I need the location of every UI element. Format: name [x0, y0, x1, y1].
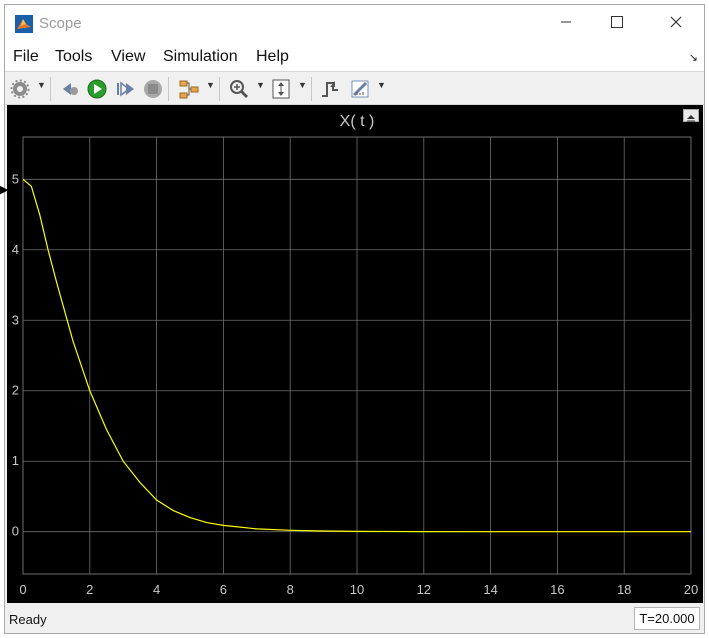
x-tick-label: 10 [350, 582, 364, 597]
axes: 0 2 4 6 8 10 12 14 16 18 20012345 [12, 171, 698, 597]
x-tick-label: 12 [417, 582, 431, 597]
measurements-dropdown-icon[interactable]: ▼ [377, 80, 386, 90]
grid [22, 136, 692, 575]
close-button[interactable] [658, 12, 694, 36]
simulation-time: T=20.000 [634, 607, 700, 630]
menu-view[interactable]: View [111, 48, 145, 66]
settings-icon[interactable] [9, 78, 31, 100]
x-tick-label: 4 [153, 582, 160, 597]
scope-chart[interactable]: X( t ) 0 2 4 6 8 10 12 14 16 18 20012345 [7, 105, 703, 603]
plot-area[interactable]: X( t ) 0 2 4 6 8 10 12 14 16 18 20 0 1 2 3 4 5 [7, 105, 703, 603]
triggers-icon[interactable] [319, 78, 341, 100]
x-tick-label: 18 [617, 582, 631, 597]
toolbar-separator [168, 77, 169, 101]
toolbar-separator [219, 77, 220, 101]
port-arrow-icon: ▶ [0, 184, 9, 196]
y-tick-label: 4 [12, 242, 19, 257]
y-tick-label: 2 [12, 383, 19, 398]
close-icon [670, 16, 682, 28]
toolbar-separator [50, 77, 51, 101]
scope-window: Scope File Tools View Simulation Help ↘ … [4, 4, 705, 634]
y-tick-label: 3 [12, 312, 19, 327]
status-bar: Ready T=20.000 [5, 604, 704, 633]
x-tick-label: 14 [483, 582, 497, 597]
run-icon[interactable] [86, 78, 108, 100]
matlab-logo-icon [15, 15, 33, 33]
step-back-icon[interactable] [59, 78, 81, 100]
menu-bar: File Tools View Simulation Help ↘ [5, 43, 704, 71]
x-tick-label: 0 [19, 582, 26, 597]
fit-axes-dropdown-icon[interactable]: ▼ [298, 80, 307, 90]
x-tick-label: 6 [220, 582, 227, 597]
x-tick-label: 16 [550, 582, 564, 597]
x-tick-label: 2 [86, 582, 93, 597]
x-tick-label: 8 [287, 582, 294, 597]
menu-simulation[interactable]: Simulation [163, 48, 238, 66]
minimize-button[interactable] [548, 12, 584, 36]
menu-file[interactable]: File [13, 48, 39, 66]
window-title: Scope [39, 15, 82, 32]
menu-overflow-icon[interactable]: ↘ [689, 51, 698, 64]
fit-axes-icon[interactable] [270, 78, 292, 100]
step-forward-icon[interactable] [114, 78, 136, 100]
maximize-icon [611, 16, 623, 28]
y-tick-label: 5 [12, 171, 19, 186]
y-tick-label: 1 [12, 453, 19, 468]
chart-title: X( t ) [340, 113, 375, 130]
minimize-icon [561, 21, 571, 23]
measurements-icon[interactable] [349, 78, 371, 100]
title-bar: Scope [5, 5, 704, 43]
x-tick-label: 20 [684, 582, 698, 597]
menu-help[interactable]: Help [256, 48, 289, 66]
toolbar-separator [311, 77, 312, 101]
signal-selector-icon[interactable] [178, 78, 200, 100]
menu-tools[interactable]: Tools [55, 48, 92, 66]
stop-icon[interactable] [142, 78, 164, 100]
toolbar: ▼ ▼ ▼ ▼ ▼ [5, 71, 704, 105]
zoom-in-icon[interactable] [228, 78, 250, 100]
signal-selector-dropdown-icon[interactable]: ▼ [206, 80, 215, 90]
maximize-button[interactable] [599, 12, 635, 36]
zoom-dropdown-icon[interactable]: ▼ [256, 80, 265, 90]
settings-dropdown-icon[interactable]: ▼ [37, 80, 46, 90]
y-tick-label: 0 [12, 524, 19, 539]
status-text: Ready [9, 612, 47, 627]
